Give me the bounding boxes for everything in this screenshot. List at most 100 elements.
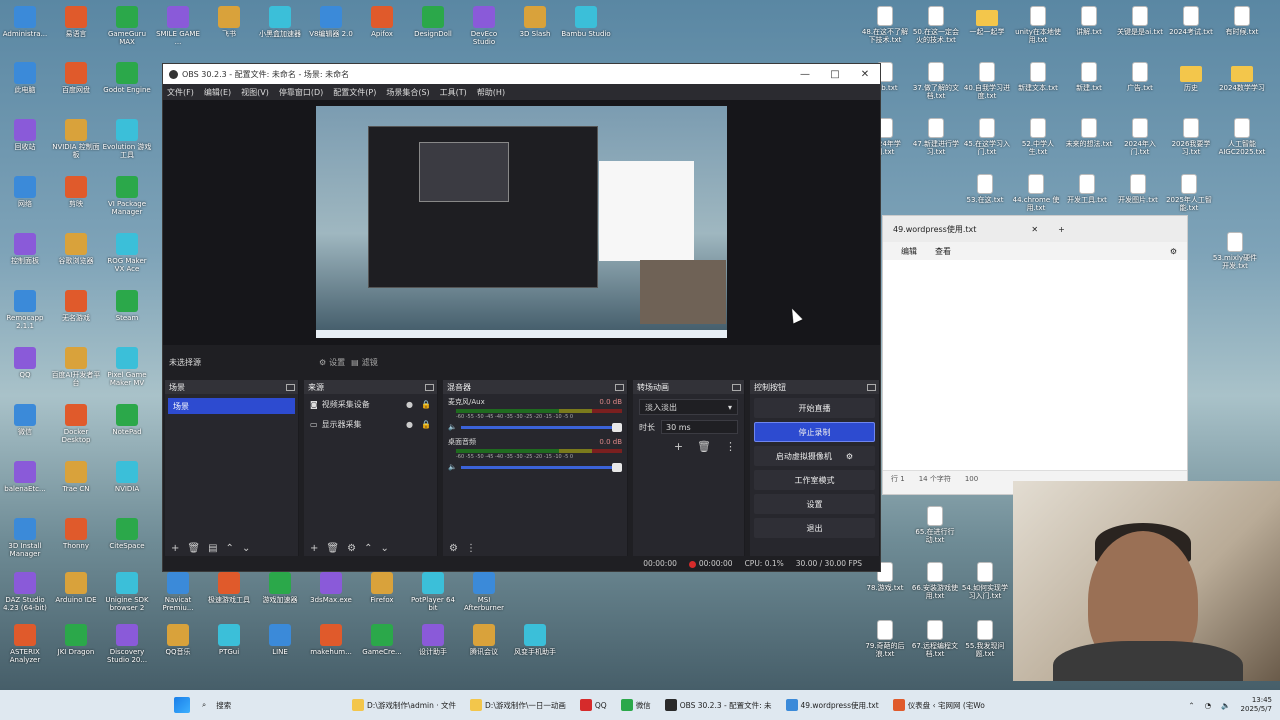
menu-tools[interactable]: 工具(T): [440, 87, 467, 98]
desktop-file-icon[interactable]: 2024年入门.txt: [1115, 118, 1165, 156]
desktop-file-icon[interactable]: 53.在这.txt: [960, 174, 1010, 204]
desktop-file-icon[interactable]: 52.中学人生.txt: [1013, 118, 1063, 156]
desktop-icon[interactable]: Trae CN: [51, 461, 101, 493]
desktop-icon[interactable]: 谷歌浏览器: [51, 233, 101, 265]
menu-edit[interactable]: 编辑: [901, 246, 917, 257]
taskbar-item[interactable]: 仪表盘 ‹ 宅网网 (宅Wo: [892, 699, 985, 711]
preview-area[interactable]: [163, 100, 880, 345]
desktop-file-icon[interactable]: 54.如何实现学习入门.txt: [960, 562, 1010, 600]
lock-icon[interactable]: 🔒: [421, 400, 431, 409]
more-icon[interactable]: ⋮: [466, 543, 476, 554]
undock-icon[interactable]: [867, 383, 876, 391]
desktop-file-icon[interactable]: 关键是是ai.txt: [1115, 6, 1165, 36]
desktop-file-icon[interactable]: unity在本地使用.txt: [1013, 6, 1063, 44]
desktop-icon[interactable]: 腾讯会议: [459, 624, 509, 656]
filter-icon[interactable]: ▤: [208, 543, 217, 554]
start-streaming-button[interactable]: 开始直播: [754, 398, 875, 418]
desktop-icon[interactable]: GameCre...: [357, 624, 407, 656]
trash-icon[interactable]: 🗑: [697, 440, 711, 453]
desktop-icon[interactable]: LINE: [255, 624, 305, 656]
desktop-icon[interactable]: Arduino IDE: [51, 572, 101, 604]
menu-edit[interactable]: 编辑(E): [204, 87, 231, 98]
desktop-icon[interactable]: QQ音乐: [153, 624, 203, 656]
stop-recording-button[interactable]: 停止录制: [754, 422, 875, 442]
desktop-file-icon[interactable]: 48.在这不了解下技术.txt: [860, 6, 910, 44]
desktop-icon[interactable]: 极速游戏工具: [204, 572, 254, 604]
desktop-icon[interactable]: Navicat Premiu...: [153, 572, 203, 612]
desktop-file-icon[interactable]: 45.在这学习入门.txt: [962, 118, 1012, 156]
desktop-file-icon[interactable]: 讲解.txt: [1064, 6, 1114, 36]
eye-icon[interactable]: ●: [406, 420, 413, 429]
desktop-icon[interactable]: Administra...: [0, 6, 50, 38]
desktop-icon[interactable]: Steam: [102, 290, 152, 322]
desktop-icon[interactable]: Remocapp 2.1.1: [0, 290, 50, 330]
menu-view[interactable]: 视图(V): [241, 87, 269, 98]
desktop-icon[interactable]: 设计助手: [408, 624, 458, 656]
desktop-icon[interactable]: 易语言: [51, 6, 101, 38]
desktop-icon[interactable]: Apifox: [357, 6, 407, 38]
transition-select[interactable]: 淡入淡出 ▾: [639, 399, 738, 415]
desktop-icon[interactable]: 回收站: [0, 119, 50, 151]
desktop-file-icon[interactable]: 开发图片.txt: [1113, 174, 1163, 204]
speaker-icon[interactable]: 🔈: [448, 463, 457, 471]
desktop-file-icon[interactable]: 79.奇葩的后浪.txt: [860, 620, 910, 658]
desktop-icon[interactable]: CiteSpace: [102, 518, 152, 550]
desktop-icon[interactable]: 剪映: [51, 176, 101, 208]
desktop-file-icon[interactable]: 53.mixly硬件开发.txt: [1210, 232, 1260, 270]
desktop-file-icon[interactable]: 广告.txt: [1115, 62, 1165, 92]
desktop-file-icon[interactable]: 新建.txt: [1064, 62, 1114, 92]
chevron-up-icon[interactable]: ⌃: [1188, 701, 1194, 710]
desktop-icon[interactable]: 小黑盒加速器: [255, 6, 305, 38]
desktop-icon[interactable]: Evolution 游戏工具: [102, 119, 152, 159]
eye-icon[interactable]: ●: [406, 400, 413, 409]
source-settings-button[interactable]: ⚙ 设置: [319, 357, 345, 368]
volume-slider[interactable]: [460, 462, 622, 472]
taskbar-item[interactable]: OBS 30.2.3 - 配置文件: 未: [664, 699, 772, 711]
taskbar-item[interactable]: D:\游戏制作\一日一动画: [470, 699, 566, 711]
desktop-icon[interactable]: V8编辑器 2.0: [306, 6, 356, 38]
desktop-icon[interactable]: 游戏加速器: [255, 572, 305, 604]
menu-view[interactable]: 查看: [935, 246, 951, 257]
desktop-icon[interactable]: balenaEtc...: [0, 461, 50, 493]
speaker-icon[interactable]: 🔈: [448, 423, 457, 431]
volume-icon[interactable]: 🔈: [1221, 701, 1230, 710]
desktop-icon[interactable]: NVIDIA 控制面板: [51, 119, 101, 159]
move-up-icon[interactable]: ⌃: [226, 543, 234, 554]
desktop-icon[interactable]: Godot Engine: [102, 62, 152, 94]
advanced-audio-icon[interactable]: ⚙: [449, 543, 458, 554]
maximize-button[interactable]: □: [820, 69, 850, 80]
close-button[interactable]: ✕: [850, 69, 880, 80]
desktop-icon[interactable]: JKI Dragon: [51, 624, 101, 656]
desktop-icon[interactable]: 网络: [0, 176, 50, 208]
desktop-icon[interactable]: QQ: [0, 347, 50, 379]
desktop-icon[interactable]: Thonny: [51, 518, 101, 550]
desktop-icon[interactable]: 微信: [0, 404, 50, 436]
add-icon[interactable]: +: [674, 440, 683, 453]
windows-start-icon[interactable]: [174, 697, 190, 713]
desktop-file-icon[interactable]: 44.chrome 使用.txt: [1011, 174, 1061, 212]
desktop-icon[interactable]: PotPlayer 64 bit: [408, 572, 458, 612]
undock-icon[interactable]: [615, 383, 624, 391]
new-tab-icon[interactable]: +: [1058, 225, 1065, 234]
menu-help[interactable]: 帮助(H): [477, 87, 505, 98]
move-up-icon[interactable]: ⌃: [364, 543, 372, 554]
taskbar-item[interactable]: 微信: [620, 699, 651, 711]
desktop-file-icon[interactable]: 新建文本.txt: [1013, 62, 1063, 92]
move-down-icon[interactable]: ⌄: [380, 543, 388, 554]
gear-icon[interactable]: ⚙: [846, 452, 853, 461]
desktop-icon[interactable]: PTGui: [204, 624, 254, 656]
start-virtual-camera-button[interactable]: 启动虚拟摄像机 ⚙: [754, 446, 875, 466]
desktop-file-icon[interactable]: 一起一起学: [962, 6, 1012, 36]
desktop-icon[interactable]: 无名游戏: [51, 290, 101, 322]
desktop-icon[interactable]: 飞书: [204, 6, 254, 38]
close-icon[interactable]: ✕: [1031, 225, 1038, 234]
desktop-icon[interactable]: DesignDoll: [408, 6, 458, 38]
move-down-icon[interactable]: ⌄: [242, 543, 250, 554]
desktop-icon[interactable]: DevEco Studio: [459, 6, 509, 46]
desktop-icon[interactable]: 百度AI开发者平台: [51, 347, 101, 387]
desktop-file-icon[interactable]: 47.新建进行学习.txt: [911, 118, 961, 156]
desktop-icon[interactable]: ASTERIX Analyzer: [0, 624, 50, 664]
desktop-icon[interactable]: NVIDIA: [102, 461, 152, 493]
menu-profile[interactable]: 配置文件(P): [333, 87, 376, 98]
gear-icon[interactable]: ⚙: [1170, 247, 1177, 256]
